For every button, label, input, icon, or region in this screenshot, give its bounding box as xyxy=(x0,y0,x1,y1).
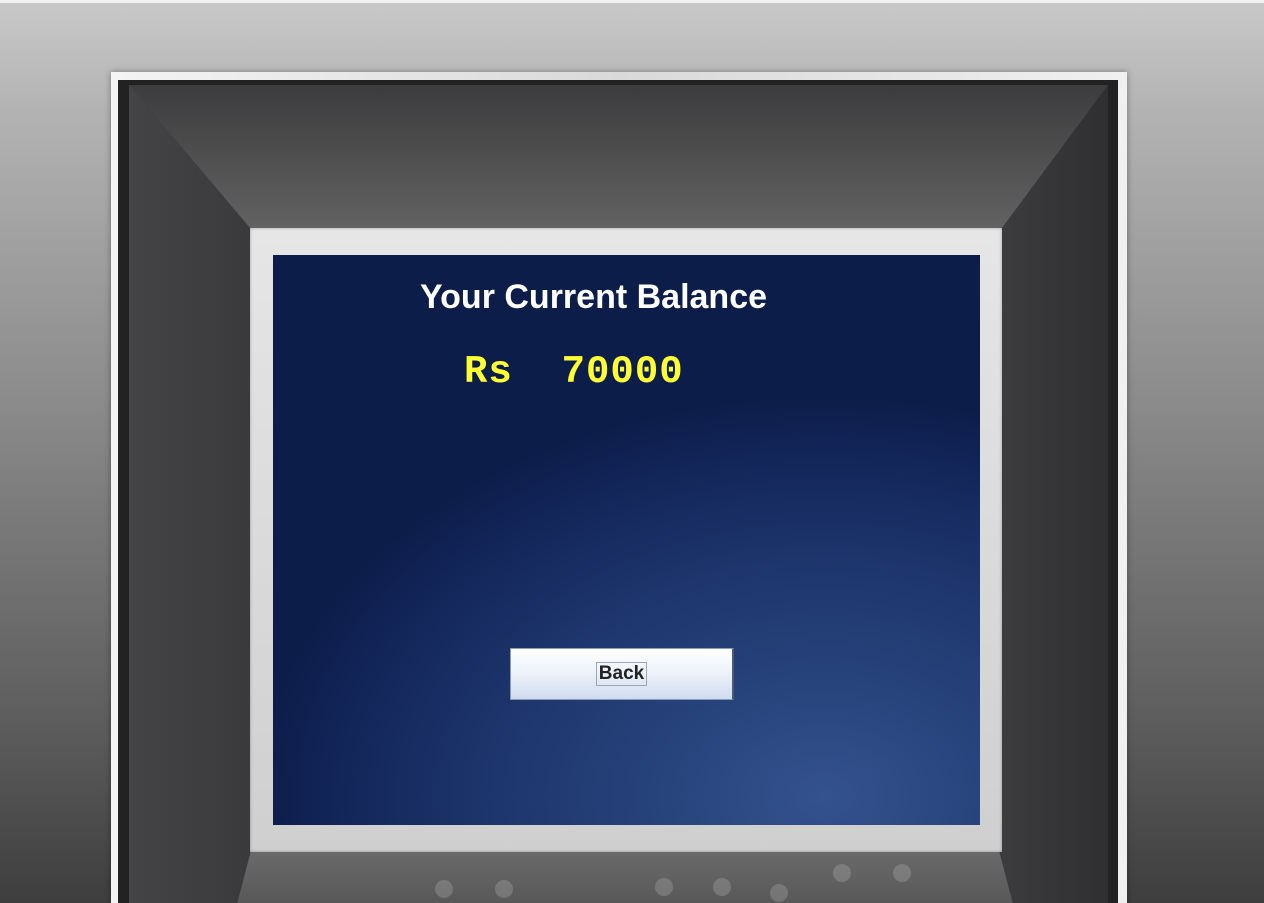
keypad-key xyxy=(893,864,911,882)
window-top-edge xyxy=(0,0,1264,3)
keypad-key xyxy=(833,864,851,882)
atm-window: Your Current Balance Rs 70000 Back xyxy=(0,0,1264,903)
keypad-key xyxy=(655,878,673,896)
balance-title: Your Current Balance xyxy=(420,278,768,316)
atm-screen: Your Current Balance Rs 70000 Back xyxy=(273,255,980,825)
keypad-key xyxy=(495,880,513,898)
balance-amount: Rs 70000 xyxy=(464,350,684,394)
back-button[interactable]: Back xyxy=(510,648,734,700)
atm-keypad-area xyxy=(235,852,1015,903)
back-button-label: Back xyxy=(595,662,648,686)
keypad-key xyxy=(713,878,731,896)
keypad-key xyxy=(770,884,788,902)
keypad-key xyxy=(435,880,453,898)
